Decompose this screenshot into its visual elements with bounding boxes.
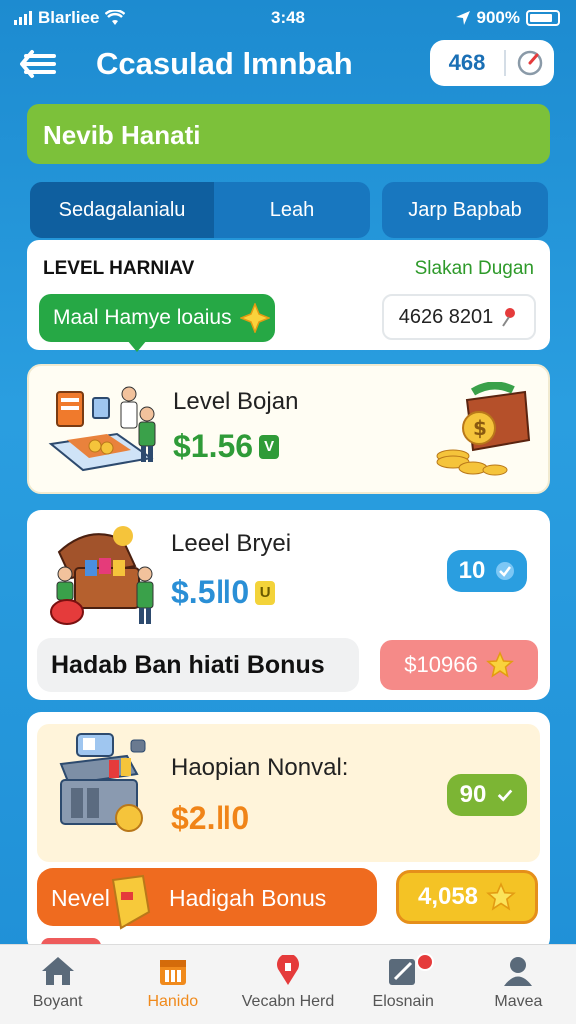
app-header: Ccasulad lmnbah 468 <box>0 34 576 98</box>
level-pill-label: Maal Hamye loaius <box>53 306 232 329</box>
user-icon <box>504 957 533 986</box>
bonus-value-button[interactable]: $10966 <box>380 640 538 690</box>
card-2-badge-value: 10 <box>458 557 486 584</box>
treasure-chest-illustration <box>49 516 161 633</box>
nav-label-vecabn-herd: Vecabn Herd <box>241 993 335 1010</box>
tab-first[interactable]: Sedagalanialu <box>30 182 214 238</box>
card-2-amount-row: $.5‖0 U <box>171 574 276 611</box>
sparkle-icon <box>239 303 270 333</box>
svg-text:$: $ <box>473 416 487 440</box>
battery-percent: 900% <box>476 8 520 27</box>
bar-left-label: Nevel <box>51 885 110 911</box>
card-3-badge-value: 90 <box>459 781 487 808</box>
bonus-label-field[interactable]: Hadab Ban hiati Bonus <box>37 638 359 692</box>
status-bar: Blarliee 3:48 900% <box>0 0 576 34</box>
card-2-amount-tag: U <box>255 580 276 605</box>
card-1-amount: $1.56 <box>173 428 254 464</box>
star-icon <box>485 651 514 678</box>
page-title: Ccasulad lmnbah <box>96 46 353 81</box>
gold-value-button[interactable]: 4,058 <box>396 870 538 924</box>
nav-item-mavea[interactable]: Mavea <box>461 945 576 1024</box>
card-2-amount: $.5‖0 <box>171 574 250 610</box>
card-1-amount-row: $1.56 V <box>173 428 280 465</box>
gold-value: 4,058 <box>417 883 479 910</box>
coin-basket-illustration: $ <box>433 381 533 483</box>
tab-second[interactable]: Leah <box>214 182 370 238</box>
calendar-icon <box>159 960 186 985</box>
level-code: 4626 8201 <box>398 305 494 328</box>
bonus-value: $10966 <box>404 652 478 677</box>
level-link[interactable]: Slakan Dugan <box>415 258 534 280</box>
level-title: LEVEL HARNIAV <box>43 258 195 279</box>
edit-icon <box>389 959 416 985</box>
hadigah-bonus-bar[interactable]: Nevel Hadigah Bonus <box>37 868 377 930</box>
nav-label-hanido: Hanido <box>147 993 199 1010</box>
battery-icon <box>526 10 560 26</box>
nav-label-mavea: Mavea <box>494 993 543 1010</box>
bar-right-label: Hadigah Bonus <box>169 885 327 911</box>
gauge-icon <box>506 49 554 77</box>
bottom-nav: Boyant Hanido Vecabn Herd Elosnain Mavea <box>0 944 576 1024</box>
status-right: 900% <box>455 8 560 28</box>
location-arrow-icon <box>455 11 470 25</box>
check-icon <box>498 789 513 802</box>
ticket-icon <box>111 874 151 930</box>
pin-icon <box>502 308 516 327</box>
star-icon <box>486 882 516 911</box>
card-3-title: Haopian Nonval: <box>171 754 349 781</box>
tab-third[interactable]: Jarp Bapbab <box>382 182 548 238</box>
reward-card-1[interactable]: Level Bojan $1.56 V $ <box>27 364 550 494</box>
nav-label-elosnain: Elosnain <box>372 993 434 1010</box>
nav-label-boyant: Boyant <box>32 993 83 1010</box>
header-count: 468 <box>430 50 506 76</box>
location-icon <box>277 955 299 985</box>
back-arrow-icon <box>20 50 56 78</box>
card-1-amount-tag: V <box>259 434 280 459</box>
home-icon <box>41 957 74 985</box>
check-icon <box>496 562 515 580</box>
nav-item-boyant[interactable]: Boyant <box>0 945 115 1024</box>
cash-register-illustration <box>47 730 159 847</box>
nav-item-vecabn-herd[interactable]: Vecabn Herd <box>230 945 345 1024</box>
nav-item-hanido[interactable]: Hanido <box>115 945 230 1024</box>
card-2-title: Leeel Bryei <box>171 530 292 557</box>
reward-card-3[interactable]: Haopian Nonval: $2.‖0 90 Nevel Hadigah B… <box>27 712 550 952</box>
nav-item-elosnain[interactable]: Elosnain <box>346 945 461 1024</box>
level-code-box[interactable]: 4626 8201 <box>382 294 536 340</box>
notification-dot <box>415 953 434 971</box>
tab-bar: Sedagalanialu Leah Jarp Bapbab <box>30 182 548 238</box>
card-3-inner: Haopian Nonval: $2.‖0 90 <box>37 724 540 862</box>
card-3-amount: $2.‖0 <box>171 800 250 836</box>
level-pill-button[interactable]: Maal Hamye loaius <box>39 294 275 352</box>
laptop-workers-illustration <box>47 384 167 479</box>
tab-group: Sedagalanialu Leah <box>30 182 370 238</box>
back-button[interactable] <box>18 46 58 82</box>
promo-banner[interactable]: Nevib Hanati <box>27 104 550 164</box>
header-counter-pill[interactable]: 468 <box>430 40 554 86</box>
card-2-badge[interactable]: 10 <box>447 550 527 592</box>
level-card: LEVEL HARNIAV Slakan Dugan Maal Hamye lo… <box>27 240 550 352</box>
card-1-title: Level Bojan <box>173 388 299 415</box>
card-3-badge[interactable]: 90 <box>447 774 527 816</box>
pill-pointer <box>127 340 147 352</box>
reward-card-2[interactable]: Leeel Bryei $.5‖0 U 10 Hadab Ban hiati B… <box>27 510 550 700</box>
